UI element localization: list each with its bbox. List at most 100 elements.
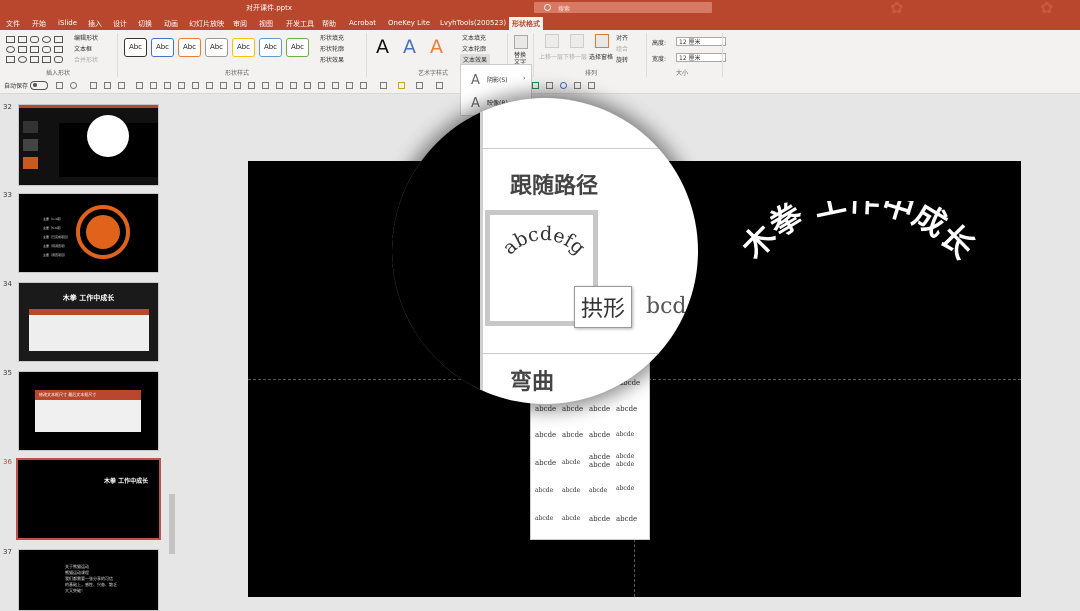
wordart-style-orange[interactable]: A bbox=[430, 36, 443, 58]
shape-icon[interactable] bbox=[54, 56, 63, 63]
warp-option[interactable]: abcde bbox=[616, 515, 637, 523]
tab-onekey[interactable]: OneKey Lite bbox=[388, 19, 430, 27]
tab-slideshow[interactable]: 幻灯片放映 bbox=[189, 19, 224, 29]
scrollbar-thumb[interactable] bbox=[169, 494, 175, 554]
warp-option[interactable]: abcde bbox=[562, 405, 583, 413]
bring-forward-button[interactable]: 上移一层 bbox=[539, 52, 563, 61]
shape-style-preset[interactable]: Abc bbox=[286, 38, 309, 57]
shape-style-preset[interactable]: Abc bbox=[178, 38, 201, 57]
text-box-button[interactable]: 文本框 bbox=[74, 44, 92, 53]
toolbar-icon[interactable] bbox=[318, 82, 325, 89]
width-field[interactable]: 12 厘米 bbox=[676, 53, 726, 62]
shape-fill-button[interactable]: 形状填充 bbox=[320, 33, 344, 42]
slide-thumbnail-34[interactable]: 木拳 工作中成长 bbox=[18, 282, 159, 362]
warp-option[interactable]: abcde bbox=[589, 453, 610, 461]
shape-icon[interactable] bbox=[6, 46, 15, 53]
tab-transitions[interactable]: 切换 bbox=[138, 19, 152, 29]
toolbar-icon[interactable] bbox=[360, 82, 367, 89]
wordart-style-blue[interactable]: A bbox=[403, 36, 416, 58]
shape-icon[interactable] bbox=[6, 36, 15, 43]
wordart-style-black[interactable]: A bbox=[376, 36, 389, 58]
shape-icon[interactable] bbox=[18, 36, 27, 43]
warp-option[interactable]: abcde bbox=[535, 431, 556, 439]
slide-thumbnail-36[interactable]: 木拳 工作中成长 bbox=[16, 458, 161, 540]
shape-style-preset[interactable]: Abc bbox=[124, 38, 147, 57]
tab-islide[interactable]: iSlide bbox=[58, 19, 77, 27]
toolbar-icon[interactable] bbox=[220, 82, 227, 89]
selection-pane-button[interactable]: 选择窗格 bbox=[589, 52, 613, 61]
tab-help[interactable]: 帮助 bbox=[322, 19, 336, 29]
warp-option[interactable]: abcde bbox=[616, 453, 634, 460]
height-field[interactable]: 12 厘米 bbox=[676, 37, 726, 46]
warp-option[interactable]: abcde bbox=[562, 459, 580, 466]
tab-lvyhtools[interactable]: LvyhTools(200523) bbox=[440, 19, 506, 27]
group-button[interactable]: 组合 bbox=[616, 44, 628, 53]
toolbar-icon[interactable] bbox=[248, 82, 255, 89]
toolbar-icon[interactable] bbox=[304, 82, 311, 89]
toolbar-icon[interactable] bbox=[346, 82, 353, 89]
shape-icon[interactable] bbox=[30, 56, 39, 63]
text-fill-button[interactable]: 文本填充 bbox=[462, 33, 486, 42]
toolbar-icon[interactable] bbox=[416, 82, 423, 89]
warp-option[interactable]: abcde bbox=[589, 461, 610, 469]
toolbar-icon[interactable] bbox=[332, 82, 339, 89]
shape-icon[interactable] bbox=[30, 36, 39, 43]
shape-icon[interactable] bbox=[54, 36, 63, 43]
warp-option[interactable]: abcde bbox=[562, 515, 580, 522]
warp-option[interactable]: abcde bbox=[562, 431, 583, 439]
warp-option[interactable]: abcde bbox=[589, 405, 610, 413]
rotate-button[interactable]: 旋转 bbox=[616, 55, 628, 64]
toolbar-icon[interactable] bbox=[136, 82, 143, 89]
thumbnail-scrollbar[interactable] bbox=[168, 94, 176, 607]
save-icon[interactable] bbox=[56, 82, 63, 89]
autosave-toggle[interactable] bbox=[30, 81, 48, 90]
toolbar-icon[interactable] bbox=[192, 82, 199, 89]
toolbar-icon[interactable] bbox=[276, 82, 283, 89]
warp-option[interactable]: abcde bbox=[616, 485, 634, 492]
shape-style-preset[interactable]: Abc bbox=[151, 38, 174, 57]
toolbar-icon[interactable] bbox=[532, 82, 539, 89]
edit-shape-button[interactable]: 编辑形状 bbox=[74, 33, 98, 42]
shape-icon[interactable] bbox=[42, 46, 51, 53]
shape-icon[interactable] bbox=[42, 36, 51, 43]
toolbar-icon[interactable] bbox=[206, 82, 213, 89]
tab-design[interactable]: 设计 bbox=[113, 19, 127, 29]
text-outline-button[interactable]: 文本轮廓 bbox=[462, 44, 486, 53]
toolbar-icon[interactable] bbox=[290, 82, 297, 89]
slide-thumbnail-32[interactable] bbox=[18, 104, 159, 186]
search-box[interactable]: 搜索 bbox=[534, 2, 712, 13]
shape-icon[interactable] bbox=[42, 56, 51, 63]
toolbar-icon[interactable] bbox=[234, 82, 241, 89]
menu-item-shadow[interactable]: 阴影(S) bbox=[487, 75, 508, 84]
warp-option[interactable]: abcde bbox=[589, 487, 607, 494]
toolbar-icon[interactable] bbox=[588, 82, 595, 89]
tab-file[interactable]: 文件 bbox=[6, 19, 20, 29]
warp-option[interactable]: abcde bbox=[616, 461, 634, 468]
shape-effects-button[interactable]: 形状效果 bbox=[320, 55, 344, 64]
warp-option[interactable]: abcde bbox=[562, 487, 580, 494]
send-backward-button[interactable]: 下移一层 bbox=[563, 52, 587, 61]
shape-outline-button[interactable]: 形状轮廓 bbox=[320, 44, 344, 53]
tab-view[interactable]: 视图 bbox=[259, 19, 273, 29]
slide-thumbnail-33[interactable]: 主要（1-4项） 主要（5-6项） 主要（已完成项目） 主要（待调查项） 主要（… bbox=[18, 193, 159, 273]
tab-developer[interactable]: 开发工具 bbox=[286, 19, 314, 29]
undo-icon[interactable] bbox=[70, 82, 77, 89]
tab-review[interactable]: 审阅 bbox=[233, 19, 247, 29]
warp-option[interactable]: abcde bbox=[616, 405, 637, 413]
tab-home[interactable]: 开始 bbox=[32, 19, 46, 29]
warp-option[interactable]: abcde bbox=[535, 487, 553, 494]
align-button[interactable]: 对齐 bbox=[616, 33, 628, 42]
toolbar-icon[interactable] bbox=[546, 82, 553, 89]
shape-style-preset[interactable]: Abc bbox=[232, 38, 255, 57]
toolbar-icon[interactable] bbox=[104, 82, 111, 89]
warp-option[interactable]: abcde bbox=[589, 431, 610, 439]
toolbar-icon[interactable] bbox=[178, 82, 185, 89]
shape-style-preset[interactable]: Abc bbox=[205, 38, 228, 57]
toolbar-icon[interactable] bbox=[164, 82, 171, 89]
warp-option[interactable]: abcde bbox=[535, 515, 553, 522]
warp-option[interactable]: abcde bbox=[535, 405, 556, 413]
merge-shapes-button[interactable]: 合并形状 bbox=[74, 55, 98, 64]
shape-icon[interactable] bbox=[30, 46, 39, 53]
tab-acrobat[interactable]: Acrobat bbox=[349, 19, 376, 27]
shape-icon[interactable] bbox=[6, 56, 15, 63]
